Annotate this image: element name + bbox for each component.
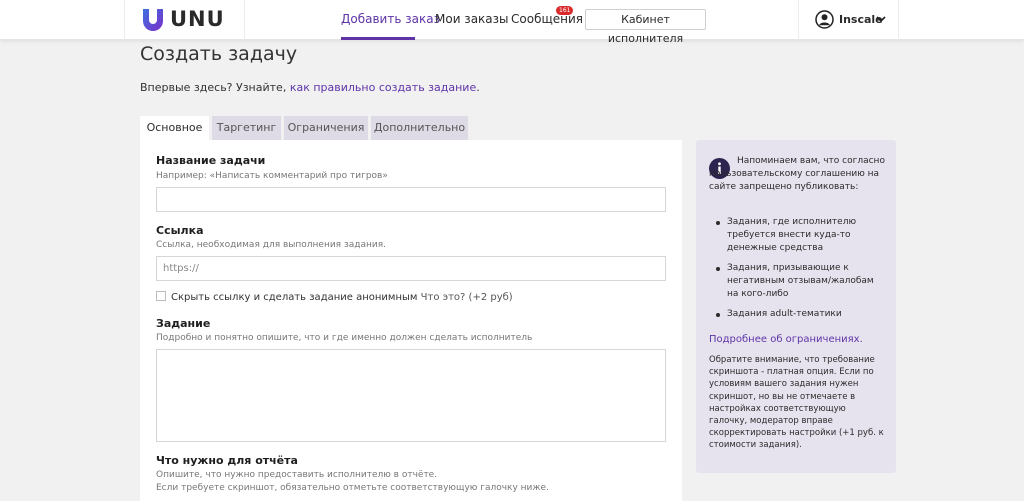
task-name-hint: Например: «Написать комментарий про тигр… — [156, 171, 388, 181]
task-description-textarea[interactable] — [156, 349, 666, 442]
link-label: Ссылка — [156, 224, 204, 237]
user-menu[interactable]: Inscale — [798, 0, 899, 40]
report-hint-1: Опишите, что нужно предоставить исполнит… — [156, 470, 438, 480]
link-input[interactable]: https:// — [156, 256, 666, 281]
list-item: Задания adult-тематики — [709, 308, 886, 321]
screenshot-note: Обратите внимание, что требование скринш… — [709, 355, 884, 451]
logo[interactable]: UNU — [124, 0, 245, 40]
user-avatar-icon — [815, 10, 834, 29]
task-description-hint: Подробно и понятно опишите, что и где им… — [156, 333, 533, 343]
task-name-input[interactable] — [156, 187, 666, 212]
active-nav-underline — [341, 37, 415, 40]
messages-badge: 161 — [556, 6, 574, 15]
hide-link-checkbox[interactable] — [156, 291, 166, 301]
forbidden-list: Задания, где исполнителю требуется внест… — [709, 216, 886, 328]
report-hint-2: Если требуете скриншот, обязательно отме… — [156, 483, 549, 493]
page-title: Создать задачу — [140, 43, 298, 65]
nav-my-orders[interactable]: Мои заказы — [435, 12, 509, 26]
link-hint: Ссылка, необходимая для выполнения задан… — [156, 240, 387, 250]
chevron-down-icon — [876, 16, 886, 23]
intro-text: Впервые здесь? Узнайте, как правильно со… — [140, 81, 480, 94]
tab-main[interactable]: Основное — [140, 116, 209, 140]
task-form: Название задачи Например: «Написать комм… — [140, 140, 682, 501]
hide-link-row: Скрыть ссылку и сделать задание анонимны… — [156, 291, 513, 303]
logo-text: UNU — [170, 7, 225, 31]
rules-notice-panel: Напоминаем вам, что согласно пользовател… — [696, 140, 896, 473]
how-to-create-link[interactable]: как правильно создать задание — [290, 81, 476, 94]
task-name-label: Название задачи — [156, 154, 266, 167]
top-header: UNU Добавить заказ Мои заказы Сообщения … — [0, 0, 1024, 45]
nav-messages[interactable]: Сообщения — [511, 12, 583, 26]
tab-additional[interactable]: Дополнительно — [371, 116, 468, 140]
intro-lead: Впервые здесь? Узнайте, — [140, 81, 290, 94]
task-description-label: Задание — [156, 317, 211, 330]
notice-heading: Напоминаем вам, что согласно пользовател… — [709, 156, 885, 192]
nav-add-order[interactable]: Добавить заказ — [341, 12, 440, 26]
tab-restrictions[interactable]: Ограничения — [284, 116, 368, 140]
hide-link-label[interactable]: Скрыть ссылку и сделать задание анонимны… — [171, 292, 417, 303]
executor-cabinet-button[interactable]: Кабинет исполнителя — [585, 9, 706, 45]
intro-tail: . — [476, 81, 480, 94]
tab-targeting[interactable]: Таргетинг — [212, 116, 281, 140]
hide-link-info-link[interactable]: Что это? (+2 руб) — [421, 292, 513, 303]
report-label: Что нужно для отчёта — [156, 454, 298, 467]
list-item: Задания, призывающие к негативным отзыва… — [709, 262, 886, 301]
restrictions-more-link[interactable]: Подробнее об ограничениях. — [709, 334, 863, 345]
list-item: Задания, где исполнителю требуется внест… — [709, 216, 886, 255]
unu-logo-icon — [143, 9, 163, 31]
